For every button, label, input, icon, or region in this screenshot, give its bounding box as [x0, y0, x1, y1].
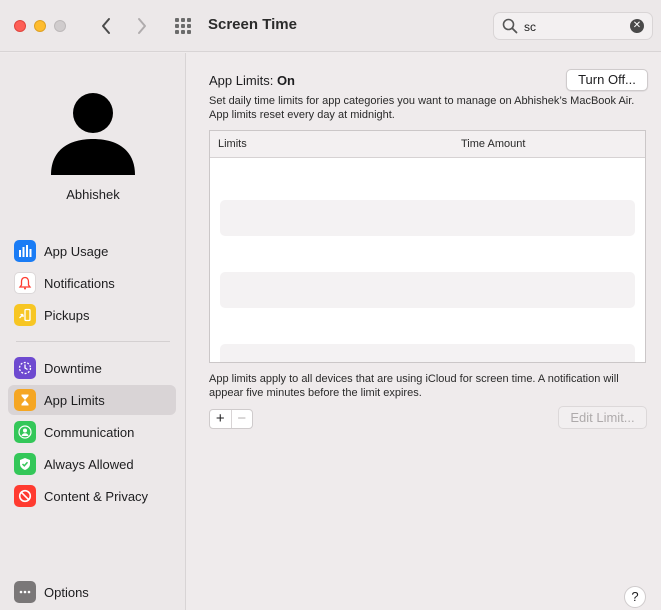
help-button[interactable]: ?	[624, 586, 646, 608]
back-button[interactable]	[95, 14, 117, 38]
sidebar-item-label: Downtime	[44, 361, 102, 376]
main-panel: App Limits: On Turn Off... Set daily tim…	[187, 53, 661, 610]
user-avatar-icon	[51, 93, 135, 175]
turn-off-button[interactable]: Turn Off...	[566, 69, 648, 91]
clear-search-icon[interactable]: ✕	[630, 19, 644, 33]
sidebar: Abhishek App Usage Notifications Pickups…	[0, 53, 186, 610]
user-name: Abhishek	[66, 187, 120, 202]
limits-table[interactable]: Limits Time Amount	[209, 130, 646, 363]
check-shield-icon	[14, 453, 36, 475]
table-row	[220, 344, 635, 362]
sidebar-item-app-limits[interactable]: App Limits	[8, 385, 176, 415]
sidebar-item-label: App Limits	[44, 393, 105, 408]
pickup-icon	[14, 304, 36, 326]
sidebar-item-label: Pickups	[44, 308, 90, 323]
no-entry-glyph	[18, 489, 32, 503]
downtime-icon	[14, 357, 36, 379]
sidebar-item-label: Content & Privacy	[44, 489, 149, 504]
grid-dot	[175, 24, 179, 28]
grid-dot	[175, 30, 179, 34]
table-header: Limits Time Amount	[210, 131, 645, 158]
table-row	[220, 272, 635, 308]
more-icon	[14, 581, 36, 603]
bar-chart-icon	[14, 240, 36, 262]
column-header-time-amount[interactable]: Time Amount	[461, 138, 525, 150]
more-glyph	[19, 590, 31, 594]
app-limits-state: On	[276, 73, 295, 88]
column-header-limits[interactable]: Limits	[218, 138, 247, 150]
sidebar-divider	[16, 341, 170, 342]
bell-icon	[14, 272, 36, 294]
grid-dot	[187, 30, 191, 34]
remove-limit-button[interactable]: −	[230, 410, 253, 428]
sidebar-item-always-allowed[interactable]: Always Allowed	[8, 449, 176, 479]
forward-button[interactable]	[131, 14, 153, 38]
hourglass-glyph	[21, 394, 29, 406]
search-input[interactable]: sc	[524, 20, 536, 34]
sidebar-item-communication[interactable]: Communication	[8, 417, 176, 447]
chevron-right-icon	[138, 18, 146, 34]
sidebar-item-notifications[interactable]: Notifications	[8, 268, 176, 298]
person-icon	[14, 421, 36, 443]
close-window-button[interactable]	[14, 20, 26, 32]
sidebar-item-label: App Usage	[44, 244, 109, 259]
pickup-glyph	[19, 308, 31, 322]
sidebar-item-label: Always Allowed	[44, 457, 134, 472]
chevron-left-icon	[102, 18, 110, 34]
app-limits-note: App limits apply to all devices that are…	[209, 373, 619, 399]
sidebar-item-label: Notifications	[44, 276, 115, 291]
bell-glyph	[18, 276, 32, 290]
sidebar-item-pickups[interactable]: Pickups	[8, 300, 176, 330]
sidebar-item-options[interactable]: Options	[8, 577, 176, 607]
grid-dot	[187, 24, 191, 28]
grid-dot	[175, 18, 179, 22]
search-icon	[502, 18, 518, 34]
window-title: Screen Time	[208, 16, 297, 33]
edit-limit-button[interactable]: Edit Limit...	[558, 406, 647, 429]
minimize-window-button[interactable]	[34, 20, 46, 32]
downtime-glyph	[18, 361, 32, 375]
sidebar-item-downtime[interactable]: Downtime	[8, 353, 176, 383]
sidebar-item-label: Options	[44, 585, 89, 600]
grid-dot	[181, 24, 185, 28]
person-glyph	[18, 425, 32, 439]
title-bar: Screen Time sc ✕	[0, 0, 661, 52]
grid-dot	[181, 18, 185, 22]
sidebar-item-app-usage[interactable]: App Usage	[8, 236, 176, 266]
hourglass-icon	[14, 389, 36, 411]
grid-dot	[187, 18, 191, 22]
no-entry-icon	[14, 485, 36, 507]
add-limit-button[interactable]: +	[210, 410, 231, 428]
app-limits-status: App Limits: On	[209, 73, 295, 88]
app-limits-description: Set daily time limits for app categories…	[209, 95, 635, 121]
grid-dot	[181, 30, 185, 34]
check-shield-glyph	[20, 458, 30, 470]
sidebar-item-content-privacy[interactable]: Content & Privacy	[8, 481, 176, 511]
table-row	[220, 200, 635, 236]
add-remove-control: + −	[209, 409, 253, 429]
bar-chart-glyph	[19, 245, 32, 257]
zoom-window-button[interactable]	[54, 20, 66, 32]
search-field[interactable]: sc ✕	[493, 12, 653, 40]
show-all-preferences-button[interactable]	[172, 16, 194, 36]
app-limits-label: App Limits:	[209, 73, 274, 88]
sidebar-item-label: Communication	[44, 425, 135, 440]
